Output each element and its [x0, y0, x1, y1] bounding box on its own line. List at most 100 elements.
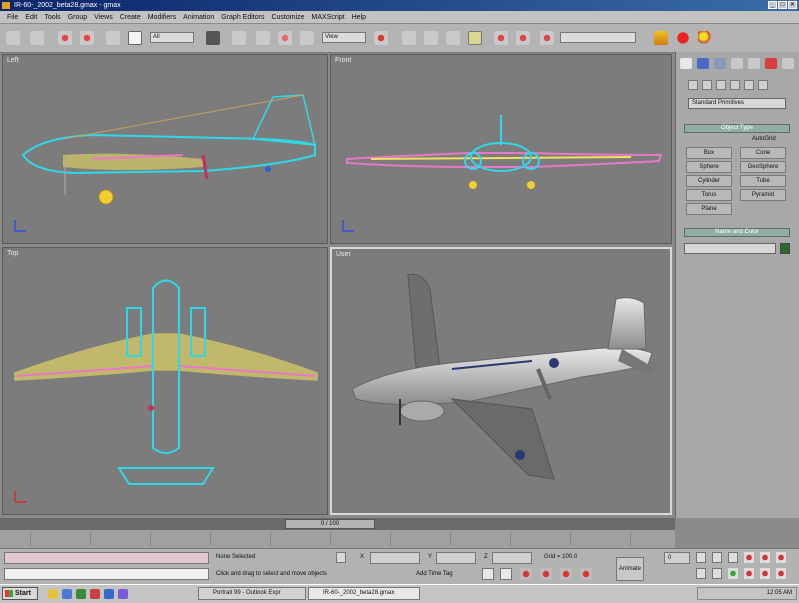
move-icon[interactable] — [232, 31, 246, 45]
display-tab-icon[interactable] — [748, 58, 760, 69]
start-button[interactable]: Start — [2, 587, 38, 600]
unlink-icon[interactable] — [80, 31, 94, 45]
geosphere-button[interactable]: GeoSphere — [740, 161, 786, 173]
zoom-extents-all-icon[interactable] — [744, 552, 754, 563]
material-editor-icon[interactable] — [516, 31, 530, 45]
orbit-icon[interactable] — [760, 568, 770, 579]
select-region-icon[interactable] — [128, 31, 142, 45]
menu-file[interactable]: File — [7, 14, 18, 21]
pyramid-button[interactable]: Pyramid — [740, 189, 786, 201]
zoom-extents-icon[interactable] — [728, 552, 738, 563]
menu-edit[interactable]: Edit — [25, 14, 37, 21]
menu-customize[interactable]: Customize — [271, 14, 304, 21]
box-button[interactable]: Box — [686, 147, 732, 159]
current-frame-field[interactable]: 0 — [664, 552, 690, 564]
shapes-icon[interactable] — [702, 80, 712, 90]
track-bar[interactable] — [0, 530, 675, 548]
object-name-field[interactable] — [684, 243, 776, 254]
next-frame-icon[interactable] — [580, 568, 592, 580]
torus-button[interactable]: Torus — [686, 189, 732, 201]
lock-selection-icon[interactable] — [336, 552, 346, 563]
cylinder-button[interactable]: Cylinder — [686, 175, 732, 187]
quicklaunch-desktop-icon[interactable] — [104, 589, 114, 599]
menu-modifiers[interactable]: Modifiers — [148, 14, 176, 21]
menu-views[interactable]: Views — [94, 14, 113, 21]
maximize-viewport-icon[interactable] — [776, 568, 786, 579]
field-of-view-icon[interactable] — [760, 552, 770, 563]
region-zoom-icon[interactable] — [728, 568, 738, 579]
play-icon[interactable] — [560, 568, 572, 580]
spinner-snap-icon[interactable] — [494, 31, 508, 45]
plane-button[interactable]: Plane — [686, 203, 732, 215]
create-tab-icon[interactable] — [680, 58, 692, 69]
extra-tab-icon[interactable] — [782, 58, 794, 69]
angle-snap-icon[interactable] — [446, 31, 460, 45]
utilities-tab-icon[interactable] — [765, 58, 777, 69]
arc-rotate-icon[interactable] — [696, 568, 706, 579]
scale-icon[interactable] — [278, 31, 292, 45]
hierarchy-tab-icon[interactable] — [714, 58, 726, 69]
y-coord-field[interactable] — [436, 552, 476, 564]
reference-coord-dropdown[interactable]: View — [322, 32, 366, 43]
quicklaunch-media-icon[interactable] — [118, 589, 128, 599]
object-type-rollout-header[interactable]: Object Type — [684, 124, 790, 133]
taskbar-item-gmax[interactable]: IR-60-_2002_beta28.gmax — [308, 587, 420, 600]
maximize-button[interactable]: □ — [778, 1, 787, 9]
quicklaunch-app-icon[interactable] — [76, 589, 86, 599]
mirror-icon[interactable] — [374, 31, 388, 45]
prev-frame-icon[interactable] — [540, 568, 552, 580]
motion-tab-icon[interactable] — [731, 58, 743, 69]
quicklaunch-browser-icon[interactable] — [62, 589, 72, 599]
lights-category-icon[interactable] — [716, 80, 726, 90]
menu-help[interactable]: Help — [352, 14, 366, 21]
teapot-render-icon[interactable] — [676, 31, 690, 45]
menu-group[interactable]: Group — [68, 14, 87, 21]
quicklaunch-mail-icon[interactable] — [90, 589, 100, 599]
cameras-icon[interactable] — [730, 80, 740, 90]
goto-start-icon[interactable] — [520, 568, 532, 580]
name-color-rollout-header[interactable]: Name and Color — [684, 228, 790, 237]
primitive-type-dropdown[interactable]: Standard Primitives — [688, 98, 786, 109]
percent-snap-icon[interactable] — [468, 31, 482, 45]
viewport-top[interactable]: Top — [2, 247, 328, 515]
maxscript-listener-field[interactable] — [4, 552, 209, 564]
walk-through-icon[interactable] — [744, 568, 754, 579]
menu-animation[interactable]: Animation — [183, 14, 214, 21]
viewport-left[interactable]: Left — [2, 54, 328, 244]
z-coord-field[interactable] — [492, 552, 532, 564]
selection-filter-dropdown[interactable]: All — [150, 32, 194, 43]
time-slider-thumb[interactable]: 0 / 100 — [285, 519, 375, 529]
animate-button[interactable]: Animate — [616, 557, 644, 581]
menu-create[interactable]: Create — [120, 14, 141, 21]
undo-icon[interactable] — [6, 31, 20, 45]
pivot-icon[interactable] — [300, 31, 314, 45]
zoom-all-icon[interactable] — [712, 552, 722, 563]
menu-graph-editors[interactable]: Graph Editors — [221, 14, 264, 21]
space-warps-icon[interactable] — [758, 80, 768, 90]
select-by-name-icon[interactable] — [206, 31, 220, 45]
helpers-icon[interactable] — [744, 80, 754, 90]
min-max-toggle-icon[interactable] — [712, 568, 722, 579]
sphere-button[interactable]: Sphere — [686, 161, 732, 173]
select-icon[interactable] — [106, 31, 120, 45]
cone-button[interactable]: Cone — [740, 147, 786, 159]
modify-tab-icon[interactable] — [697, 58, 709, 69]
close-button[interactable]: ✕ — [788, 1, 797, 9]
time-slider-track[interactable]: 0 / 100 — [0, 518, 675, 530]
render-icon[interactable] — [540, 31, 554, 45]
rotate-icon[interactable] — [256, 31, 270, 45]
quick-render-icon[interactable] — [698, 31, 712, 45]
x-coord-field[interactable] — [370, 552, 420, 564]
lights-icon[interactable] — [654, 31, 668, 45]
taskbar-item-outlook[interactable]: Portrait 99 - Outlook Expr — [198, 587, 306, 600]
viewport-front[interactable]: Front — [330, 54, 672, 244]
minimize-button[interactable]: _ — [768, 1, 777, 9]
align-icon[interactable] — [402, 31, 416, 45]
link-icon[interactable] — [58, 31, 72, 45]
named-selection-field[interactable] — [560, 32, 636, 43]
geometry-icon[interactable] — [688, 80, 698, 90]
maxscript-output-field[interactable] — [4, 568, 209, 580]
object-color-swatch[interactable] — [780, 243, 790, 254]
key-mode-icon[interactable] — [500, 568, 512, 580]
add-time-tag-button[interactable]: Add Time Tag — [416, 571, 453, 577]
